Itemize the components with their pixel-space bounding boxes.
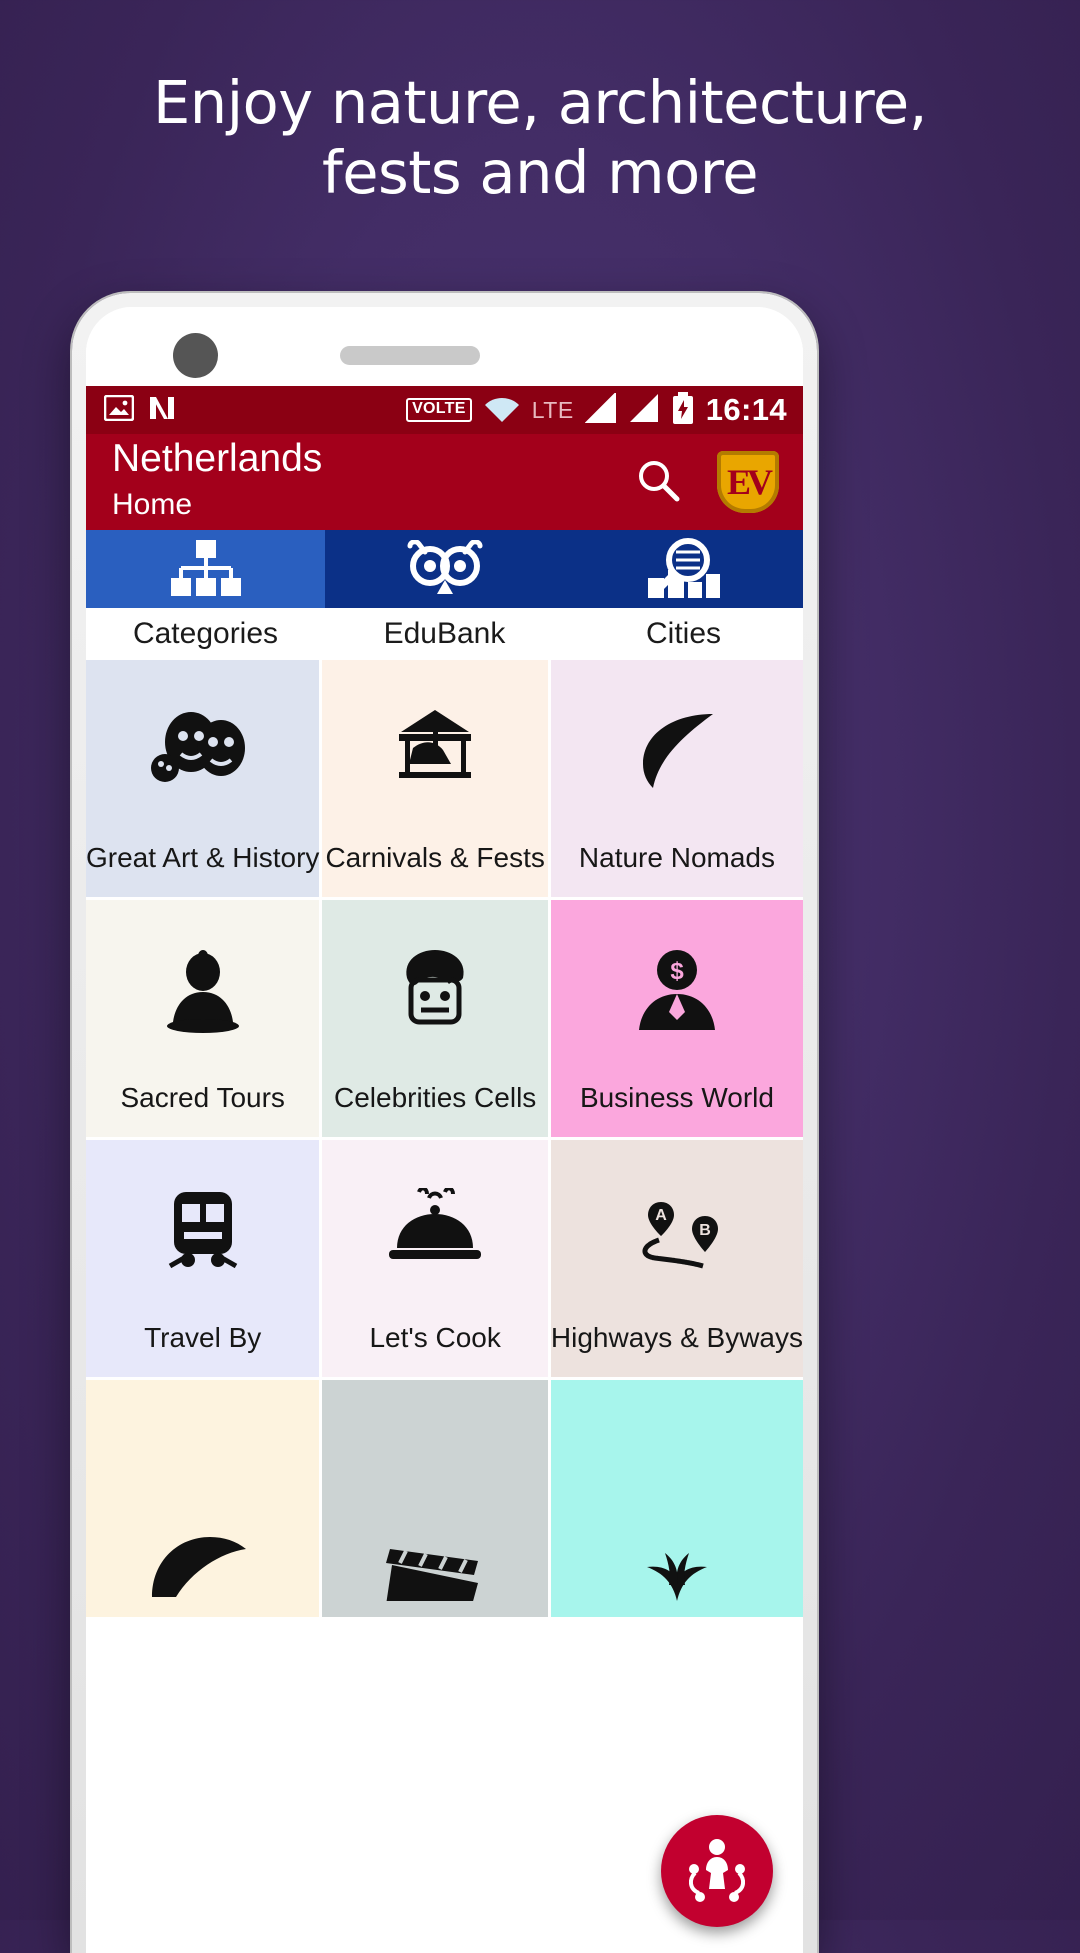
tab-label-edubank[interactable]: EduBank [325,608,564,660]
tab-label-categories[interactable]: Categories [86,608,325,660]
tab-cities[interactable] [564,530,803,608]
businessman-icon: $ [551,900,803,1081]
sparkle-plant-icon [551,1380,803,1601]
carousel-icon [322,660,548,841]
page-title: Netherlands [112,437,323,481]
category-tile[interactable]: Let's Cook [322,1140,548,1377]
category-tile[interactable] [86,1380,320,1617]
category-tile[interactable] [550,1380,803,1617]
category-label: Celebrities Cells [334,1082,537,1114]
category-label: Great Art & History [86,842,320,874]
owl-icon [402,540,488,598]
status-clock: 16:14 [705,392,787,427]
signal-bars-icon [584,391,617,428]
app-bar: Netherlands Home EV [86,434,803,530]
promo-headline-line1: Enjoy nature, architecture, [153,68,927,137]
svg-text:A: A [655,1207,667,1224]
logo-text: EV [726,462,773,502]
hand-fan-icon [86,1380,319,1597]
tab-bar [86,530,803,608]
category-tile[interactable]: Celebrities Cells [322,900,548,1137]
category-label: Nature Nomads [578,842,775,874]
promo-headline-line2: fests and more [321,137,759,207]
category-label: Travel By [144,1322,262,1354]
phone-bezel-top [86,307,803,386]
tab-edubank[interactable] [325,530,564,608]
category-label: Highways & Byways [550,1322,803,1354]
leaf-icon [551,660,803,841]
category-tile[interactable]: Sacred Tours [86,900,320,1137]
city-search-icon [644,538,724,600]
category-label: Let's Cook [369,1322,501,1354]
category-tile[interactable]: Nature Nomads [550,660,803,897]
train-icon [86,1140,319,1321]
lte-label: LTE [531,396,574,423]
tab-categories[interactable] [86,530,325,608]
phone-screen: VOLTE LTE 16:14 Netherlands Home EV Cate… [86,307,803,1953]
guide-person-icon [681,1833,753,1910]
svg-text:B: B [699,1222,711,1239]
category-tile[interactable]: Travel By [86,1140,320,1377]
battery-charging-icon [671,391,695,429]
earpiece-speaker [340,346,480,365]
guide-person-fab[interactable] [661,1815,773,1927]
category-tile[interactable]: A B Highways & Byways [550,1140,803,1377]
category-label: Carnivals & Fests [325,842,545,874]
shield-logo-icon[interactable]: EV [717,451,779,513]
wifi-icon [483,393,521,428]
category-tile[interactable] [322,1380,548,1617]
sitemap-icon [168,540,244,598]
category-label: Sacred Tours [120,1082,285,1114]
no-signal-icon [148,395,176,426]
tab-label-row: Categories EduBank Cities [86,608,803,660]
category-grid: Great Art & History Carnivals & Fests Na… [86,660,803,1617]
front-camera-icon [173,333,218,378]
svg-text:$: $ [670,958,684,985]
category-tile[interactable]: $ Business World [550,900,803,1137]
promo-headline: Enjoy nature, architecture, fests and mo… [0,68,1080,207]
celebrity-face-icon [322,900,548,1081]
page-subtitle: Home [112,488,193,522]
category-label: Business World [579,1082,774,1114]
search-icon[interactable] [633,455,683,510]
route-a-b-icon: A B [551,1140,803,1321]
android-status-bar: VOLTE LTE 16:14 [86,386,803,434]
cloche-icon [322,1140,548,1321]
buddha-icon [86,900,319,1081]
category-tile[interactable]: Carnivals & Fests [322,660,548,897]
image-icon [103,394,135,426]
theatre-masks-icon [86,660,319,841]
tab-label-cities[interactable]: Cities [564,608,803,660]
signal-bars-icon [628,393,660,428]
film-clapper-icon [322,1380,548,1601]
volte-badge: VOLTE [406,398,472,422]
phone-mockup: VOLTE LTE 16:14 Netherlands Home EV Cate… [72,293,817,1953]
category-tile[interactable]: Great Art & History [86,660,320,897]
